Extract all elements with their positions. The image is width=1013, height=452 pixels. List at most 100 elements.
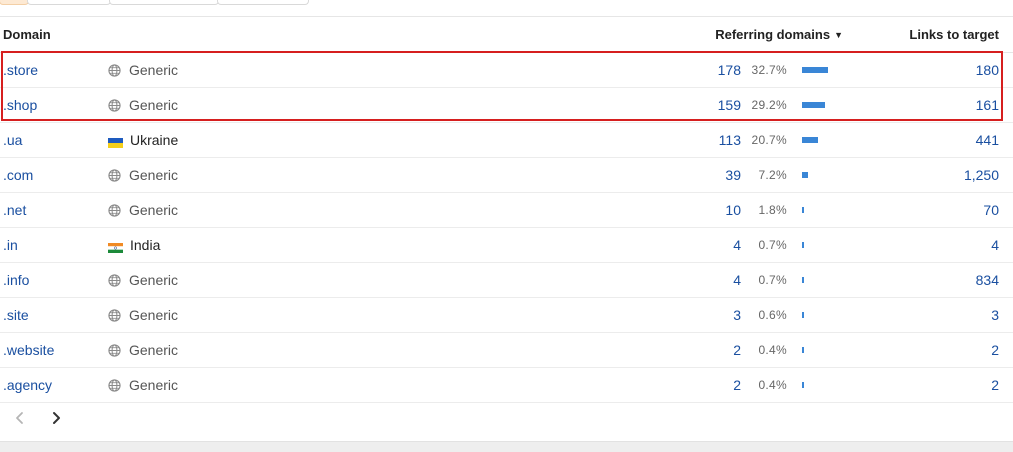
table-row: .website Generic 2 0.4% 2 (0, 333, 1013, 368)
sort-desc-icon: ▼ (834, 30, 843, 40)
tld-link[interactable]: .agency (3, 377, 52, 393)
referring-domains-percent: 20.7% (751, 133, 787, 147)
column-header-referring-domains[interactable]: Referring domains ▼ (715, 27, 843, 42)
referring-domains-count[interactable]: 178 (718, 62, 741, 78)
tld-distribution-table: Domain Referring domains ▼ Links to targe… (0, 16, 1013, 403)
referring-domains-percent: 0.4% (758, 343, 787, 357)
referring-domains-bar-track (802, 172, 842, 178)
tld-link[interactable]: .com (3, 167, 33, 183)
referring-domains-percent: 0.6% (758, 308, 787, 322)
tld-link[interactable]: .in (3, 237, 18, 253)
referring-domains-count[interactable]: 2 (733, 342, 741, 358)
referring-domains-bar-track (802, 207, 842, 213)
region-label: Generic (129, 97, 179, 113)
links-to-target-count[interactable]: 70 (983, 202, 999, 218)
links-to-target-count[interactable]: 4 (991, 237, 999, 253)
tld-link[interactable]: .store (3, 62, 38, 78)
referring-domains-count[interactable]: 10 (725, 202, 741, 218)
referring-domains-count[interactable]: 4 (733, 272, 741, 288)
chevron-left-icon[interactable] (10, 408, 30, 428)
referring-domains-bar-track (802, 137, 842, 143)
referring-domains-bar-track (802, 67, 842, 73)
tld-link[interactable]: .shop (3, 97, 37, 113)
referring-domains-count[interactable]: 2 (733, 377, 741, 393)
tld-link[interactable]: .website (3, 342, 54, 358)
globe-icon (108, 273, 121, 287)
globe-icon (108, 168, 121, 182)
referring-domains-percent: 7.2% (758, 168, 787, 182)
table-row: .com Generic 39 7.2% 1,250 (0, 158, 1013, 193)
tld-link[interactable]: .site (3, 307, 29, 323)
footer-bar (0, 441, 1013, 452)
table-row: .ua Ukraine 113 20.7% 441 (0, 123, 1013, 158)
table-row: .net Generic 10 1.8% 70 (0, 193, 1013, 228)
tab-active[interactable] (0, 0, 29, 5)
referring-domains-bar (802, 172, 808, 178)
referring-domains-bar (802, 277, 804, 283)
referring-domains-count[interactable]: 3 (733, 307, 741, 323)
links-to-target-count[interactable]: 2 (991, 377, 999, 393)
region-label: Generic (129, 307, 179, 323)
tld-link[interactable]: .ua (3, 132, 22, 148)
region-cell: Generic (108, 307, 178, 323)
globe-icon (108, 378, 121, 392)
referring-domains-count[interactable]: 39 (725, 167, 741, 183)
globe-icon (108, 98, 121, 112)
flag-india-icon (108, 240, 123, 253)
globe-icon (108, 308, 121, 322)
region-label: Generic (129, 377, 179, 393)
tab[interactable] (27, 0, 111, 5)
table-header: Domain Referring domains ▼ Links to targe… (0, 16, 1013, 53)
column-header-referring-domains-label: Referring domains (715, 27, 831, 42)
referring-domains-bar (802, 242, 804, 248)
region-label: India (130, 237, 161, 253)
table-row: .shop Generic 159 29.2% 161 (0, 88, 1013, 123)
referring-domains-bar (802, 67, 828, 73)
links-to-target-count[interactable]: 180 (976, 62, 999, 78)
referring-domains-bar-track (802, 102, 842, 108)
region-label: Generic (129, 272, 179, 288)
links-to-target-count[interactable]: 161 (976, 97, 999, 113)
region-label: Ukraine (130, 132, 179, 148)
referring-domains-count[interactable]: 4 (733, 237, 741, 253)
links-to-target-count[interactable]: 1,250 (964, 167, 999, 183)
tab[interactable] (109, 0, 219, 5)
tld-link[interactable]: .net (3, 202, 26, 218)
referring-domains-bar (802, 102, 825, 108)
referring-domains-bar (802, 207, 804, 213)
referring-domains-percent: 29.2% (751, 98, 787, 112)
referring-domains-percent: 0.7% (758, 273, 787, 287)
globe-icon (108, 63, 121, 77)
region-label: Generic (129, 62, 179, 78)
tab[interactable] (217, 0, 309, 5)
referring-domains-bar-track (802, 382, 842, 388)
region-cell: Generic (108, 272, 178, 288)
referring-domains-count[interactable]: 159 (718, 97, 741, 113)
links-to-target-count[interactable]: 2 (991, 342, 999, 358)
referring-domains-percent: 0.7% (758, 238, 787, 252)
table-body: .store Generic 178 32.7% 180 .shop Generic 159 2… (0, 53, 1013, 403)
table-row: .site Generic 3 0.6% 3 (0, 298, 1013, 333)
pagination (0, 404, 120, 434)
referring-domains-bar-track (802, 347, 842, 353)
chevron-right-icon[interactable] (46, 408, 66, 428)
referring-domains-bar (802, 312, 804, 318)
flag-ukraine-icon (108, 135, 123, 148)
referring-domains-bar (802, 382, 804, 388)
links-to-target-count[interactable]: 441 (976, 132, 999, 148)
column-header-domain: Domain (3, 27, 51, 42)
column-header-links-to-target[interactable]: Links to target (909, 27, 999, 42)
tld-link[interactable]: .info (3, 272, 29, 288)
referring-domains-count[interactable]: 113 (719, 132, 741, 148)
referring-domains-bar-track (802, 277, 842, 283)
links-to-target-count[interactable]: 834 (976, 272, 999, 288)
region-label: Generic (129, 202, 179, 218)
referring-domains-bar (802, 137, 818, 143)
region-cell: Generic (108, 167, 178, 183)
region-cell: Generic (108, 202, 178, 218)
referring-domains-percent: 0.4% (758, 378, 787, 392)
links-to-target-count[interactable]: 3 (991, 307, 999, 323)
referring-domains-bar-track (802, 242, 842, 248)
referring-domains-bar (802, 347, 804, 353)
region-label: Generic (129, 167, 179, 183)
